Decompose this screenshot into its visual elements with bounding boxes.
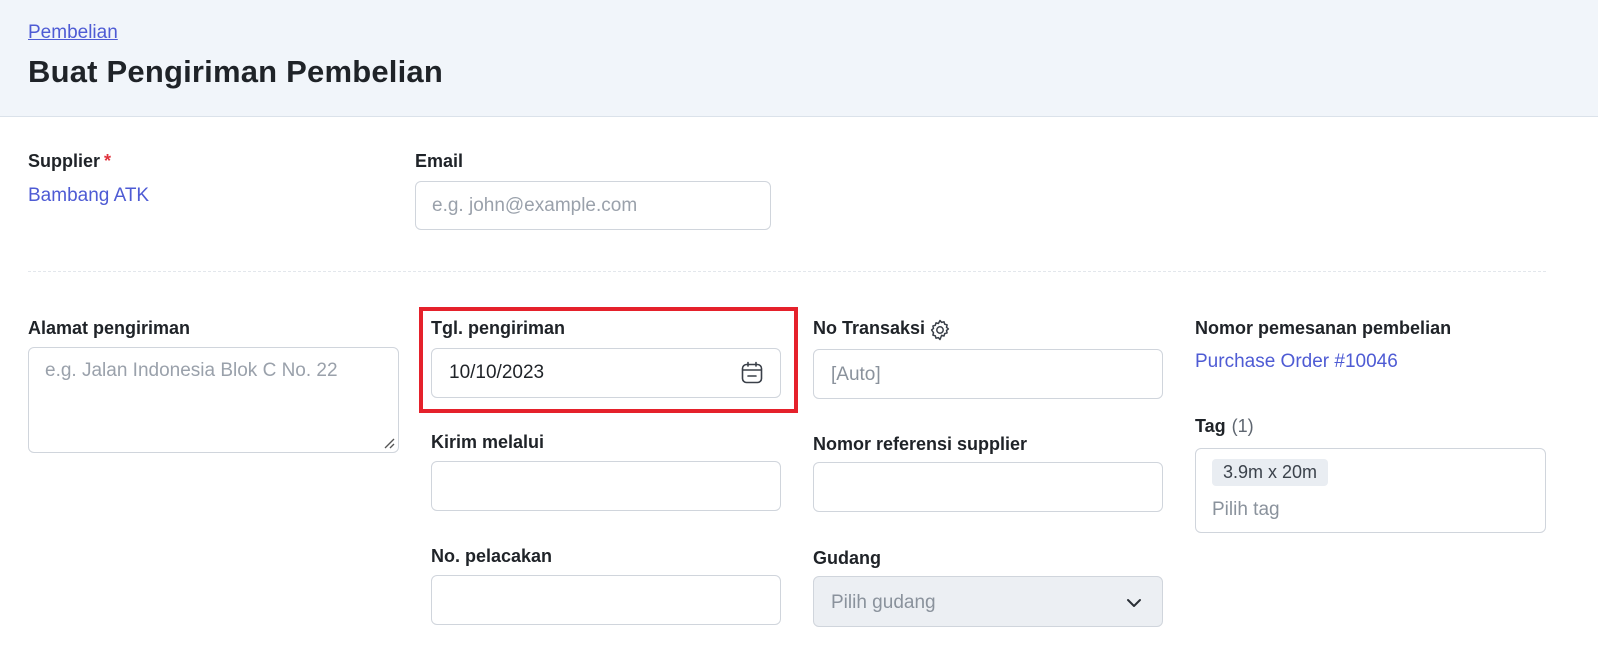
transaction-no-label: No Transaksi bbox=[813, 318, 926, 338]
supplier-ref-field[interactable] bbox=[813, 462, 1163, 512]
shipping-address-textarea[interactable] bbox=[28, 347, 399, 453]
tag-label: Tag (1) bbox=[1195, 416, 1254, 437]
chevron-down-icon bbox=[1127, 599, 1141, 607]
transaction-no-field[interactable]: [Auto] bbox=[813, 349, 1163, 399]
resize-handle-icon[interactable] bbox=[383, 437, 395, 449]
warehouse-label: Gudang bbox=[813, 548, 881, 568]
warehouse-select[interactable]: Pilih gudang bbox=[813, 576, 1163, 627]
tag-chip[interactable]: 3.9m x 20m bbox=[1212, 459, 1329, 486]
warehouse-placeholder: Pilih gudang bbox=[831, 592, 936, 613]
tag-placeholder: Pilih tag bbox=[1212, 499, 1280, 520]
section-divider bbox=[28, 271, 1546, 272]
transaction-no-value: [Auto] bbox=[831, 364, 881, 385]
tag-count: (1) bbox=[1231, 416, 1254, 436]
email-label: Email bbox=[415, 151, 464, 171]
tag-input[interactable]: 3.9m x 20m Pilih tag bbox=[1195, 448, 1546, 533]
highlight-box bbox=[419, 307, 798, 413]
supplier-label: Supplier * bbox=[28, 151, 111, 172]
supplier-ref-label: Nomor referensi supplier bbox=[813, 434, 1028, 454]
supplier-value-link[interactable]: Bambang ATK bbox=[28, 185, 149, 207]
purchase-order-label: Nomor pemesanan pembelian bbox=[1195, 318, 1452, 338]
shipping-address-label: Alamat pengiriman bbox=[28, 318, 191, 338]
required-mark: * bbox=[104, 151, 112, 171]
page-header: Pembelian Buat Pengiriman Pembelian bbox=[0, 0, 1598, 117]
email-field[interactable] bbox=[415, 181, 771, 230]
tracking-no-field[interactable] bbox=[431, 575, 781, 625]
tag-label-text: Tag bbox=[1195, 416, 1226, 436]
breadcrumb-pembelian[interactable]: Pembelian bbox=[28, 22, 118, 44]
purchase-order-link[interactable]: Purchase Order #10046 bbox=[1195, 351, 1398, 373]
ship-via-label: Kirim melalui bbox=[431, 432, 545, 452]
page-title: Buat Pengiriman Pembelian bbox=[28, 54, 443, 89]
supplier-label-text: Supplier bbox=[28, 151, 101, 171]
tracking-no-label: No. pelacakan bbox=[431, 546, 553, 566]
ship-via-field[interactable] bbox=[431, 461, 781, 511]
gear-icon[interactable] bbox=[928, 318, 952, 342]
